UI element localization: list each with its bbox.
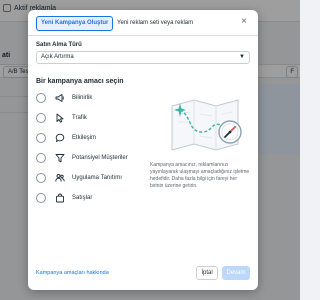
objective-option-sales[interactable]: Satışlar	[36, 190, 154, 205]
continue-button[interactable]: Devam	[222, 266, 250, 280]
objective-label: Satışlar	[72, 194, 93, 201]
buying-type-select[interactable]: Açık Artırma ▼	[36, 51, 250, 64]
dialog-tabs: Yeni Kampanya Oluştur Yeni reklam seti v…	[28, 10, 258, 36]
objective-label: Potansiyel Müşteriler	[72, 154, 128, 161]
radio-button[interactable]	[36, 192, 46, 203]
objective-list: Bilinirlik Trafik Etkileşim Potansiyel M…	[36, 90, 154, 205]
close-icon[interactable]: ×	[238, 16, 250, 28]
objective-option-engagement[interactable]: Etkileşim	[36, 130, 154, 145]
buying-type-value: Açık Artırma	[41, 54, 74, 60]
objective-option-awareness[interactable]: Bilinirlik	[36, 90, 154, 105]
people-icon	[54, 172, 66, 184]
objective-option-app-promotion[interactable]: Uygulama Tanıtımı	[36, 170, 154, 185]
radio-button[interactable]	[36, 172, 46, 183]
cancel-button[interactable]: İptal	[196, 266, 218, 280]
objective-description: Kampanya amacınız, reklamlarınızı yayınl…	[150, 162, 250, 189]
objective-label: Trafik	[72, 114, 87, 121]
radio-button[interactable]	[36, 112, 46, 123]
radio-button[interactable]	[36, 152, 46, 163]
create-campaign-dialog: Yeni Kampanya Oluştur Yeni reklam seti v…	[28, 10, 258, 290]
objective-option-leads[interactable]: Potansiyel Müşteriler	[36, 150, 154, 165]
caret-down-icon: ▼	[239, 54, 245, 60]
shopping-bag-icon	[54, 192, 66, 204]
cursor-icon	[54, 112, 66, 124]
objective-label: Bilinirlik	[72, 94, 93, 101]
chat-bubble-icon	[54, 132, 66, 144]
funnel-icon	[54, 152, 66, 164]
objective-option-traffic[interactable]: Trafik	[36, 110, 154, 125]
about-objectives-link[interactable]: Kampanya amaçları hakkında	[36, 270, 109, 276]
tab-create-campaign[interactable]: Yeni Kampanya Oluştur	[36, 16, 114, 31]
buying-type-label: Satın Alma Türü	[36, 42, 82, 48]
map-compass-illustration	[164, 92, 250, 156]
tab-new-adset-or-ad[interactable]: Yeni reklam seti veya reklam	[112, 16, 198, 31]
radio-button[interactable]	[36, 92, 46, 103]
objective-label: Etkileşim	[72, 134, 97, 141]
radio-button[interactable]	[36, 132, 46, 143]
megaphone-icon	[54, 92, 66, 104]
compass-icon	[218, 120, 242, 144]
objective-heading: Bir kampanya amacı seçin	[36, 78, 124, 85]
objective-label: Uygulama Tanıtımı	[72, 174, 122, 181]
